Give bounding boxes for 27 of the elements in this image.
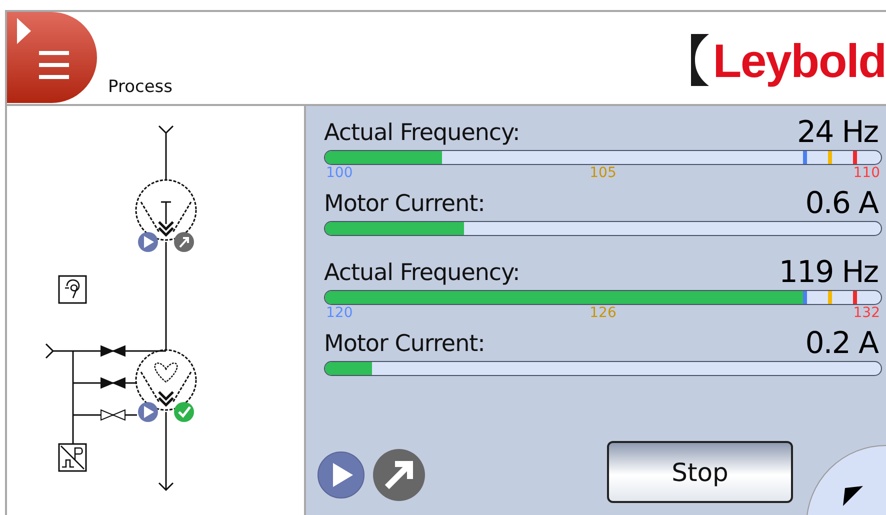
- threshold-marker: [803, 151, 808, 164]
- reading-label: Motor Current:: [324, 331, 485, 359]
- reading-label: Actual Frequency:: [324, 260, 520, 288]
- reading-label: Actual Frequency:: [324, 120, 520, 148]
- threshold-marker: [853, 291, 858, 304]
- scale-label: 100: [326, 165, 353, 183]
- scale-label: 132: [853, 305, 880, 323]
- screen-title: Process: [108, 77, 172, 97]
- threshold-marker: [828, 151, 832, 164]
- scale-label: 126: [590, 305, 616, 323]
- reading-value: 0.2 A: [805, 326, 880, 361]
- scale-label: 110: [853, 165, 880, 183]
- reading-value: 119 Hz: [778, 255, 879, 290]
- reading-value: 0.6 A: [805, 186, 880, 221]
- stop-button[interactable]: Stop: [607, 441, 793, 503]
- reading-value: 24 Hz: [796, 115, 879, 150]
- brand-logo: Leybold: [712, 32, 886, 88]
- triangle-icon: [843, 486, 863, 506]
- reading-label: Motor Current:: [324, 191, 485, 219]
- play-icon: [317, 451, 365, 499]
- threshold-marker: [853, 151, 858, 164]
- logo-bracket-icon: [690, 34, 711, 86]
- scale-label: 120: [326, 305, 353, 323]
- scale-label: 105: [590, 165, 616, 183]
- threshold-marker: [828, 291, 832, 304]
- threshold-marker: [803, 291, 808, 304]
- menu-button[interactable]: [7, 12, 97, 103]
